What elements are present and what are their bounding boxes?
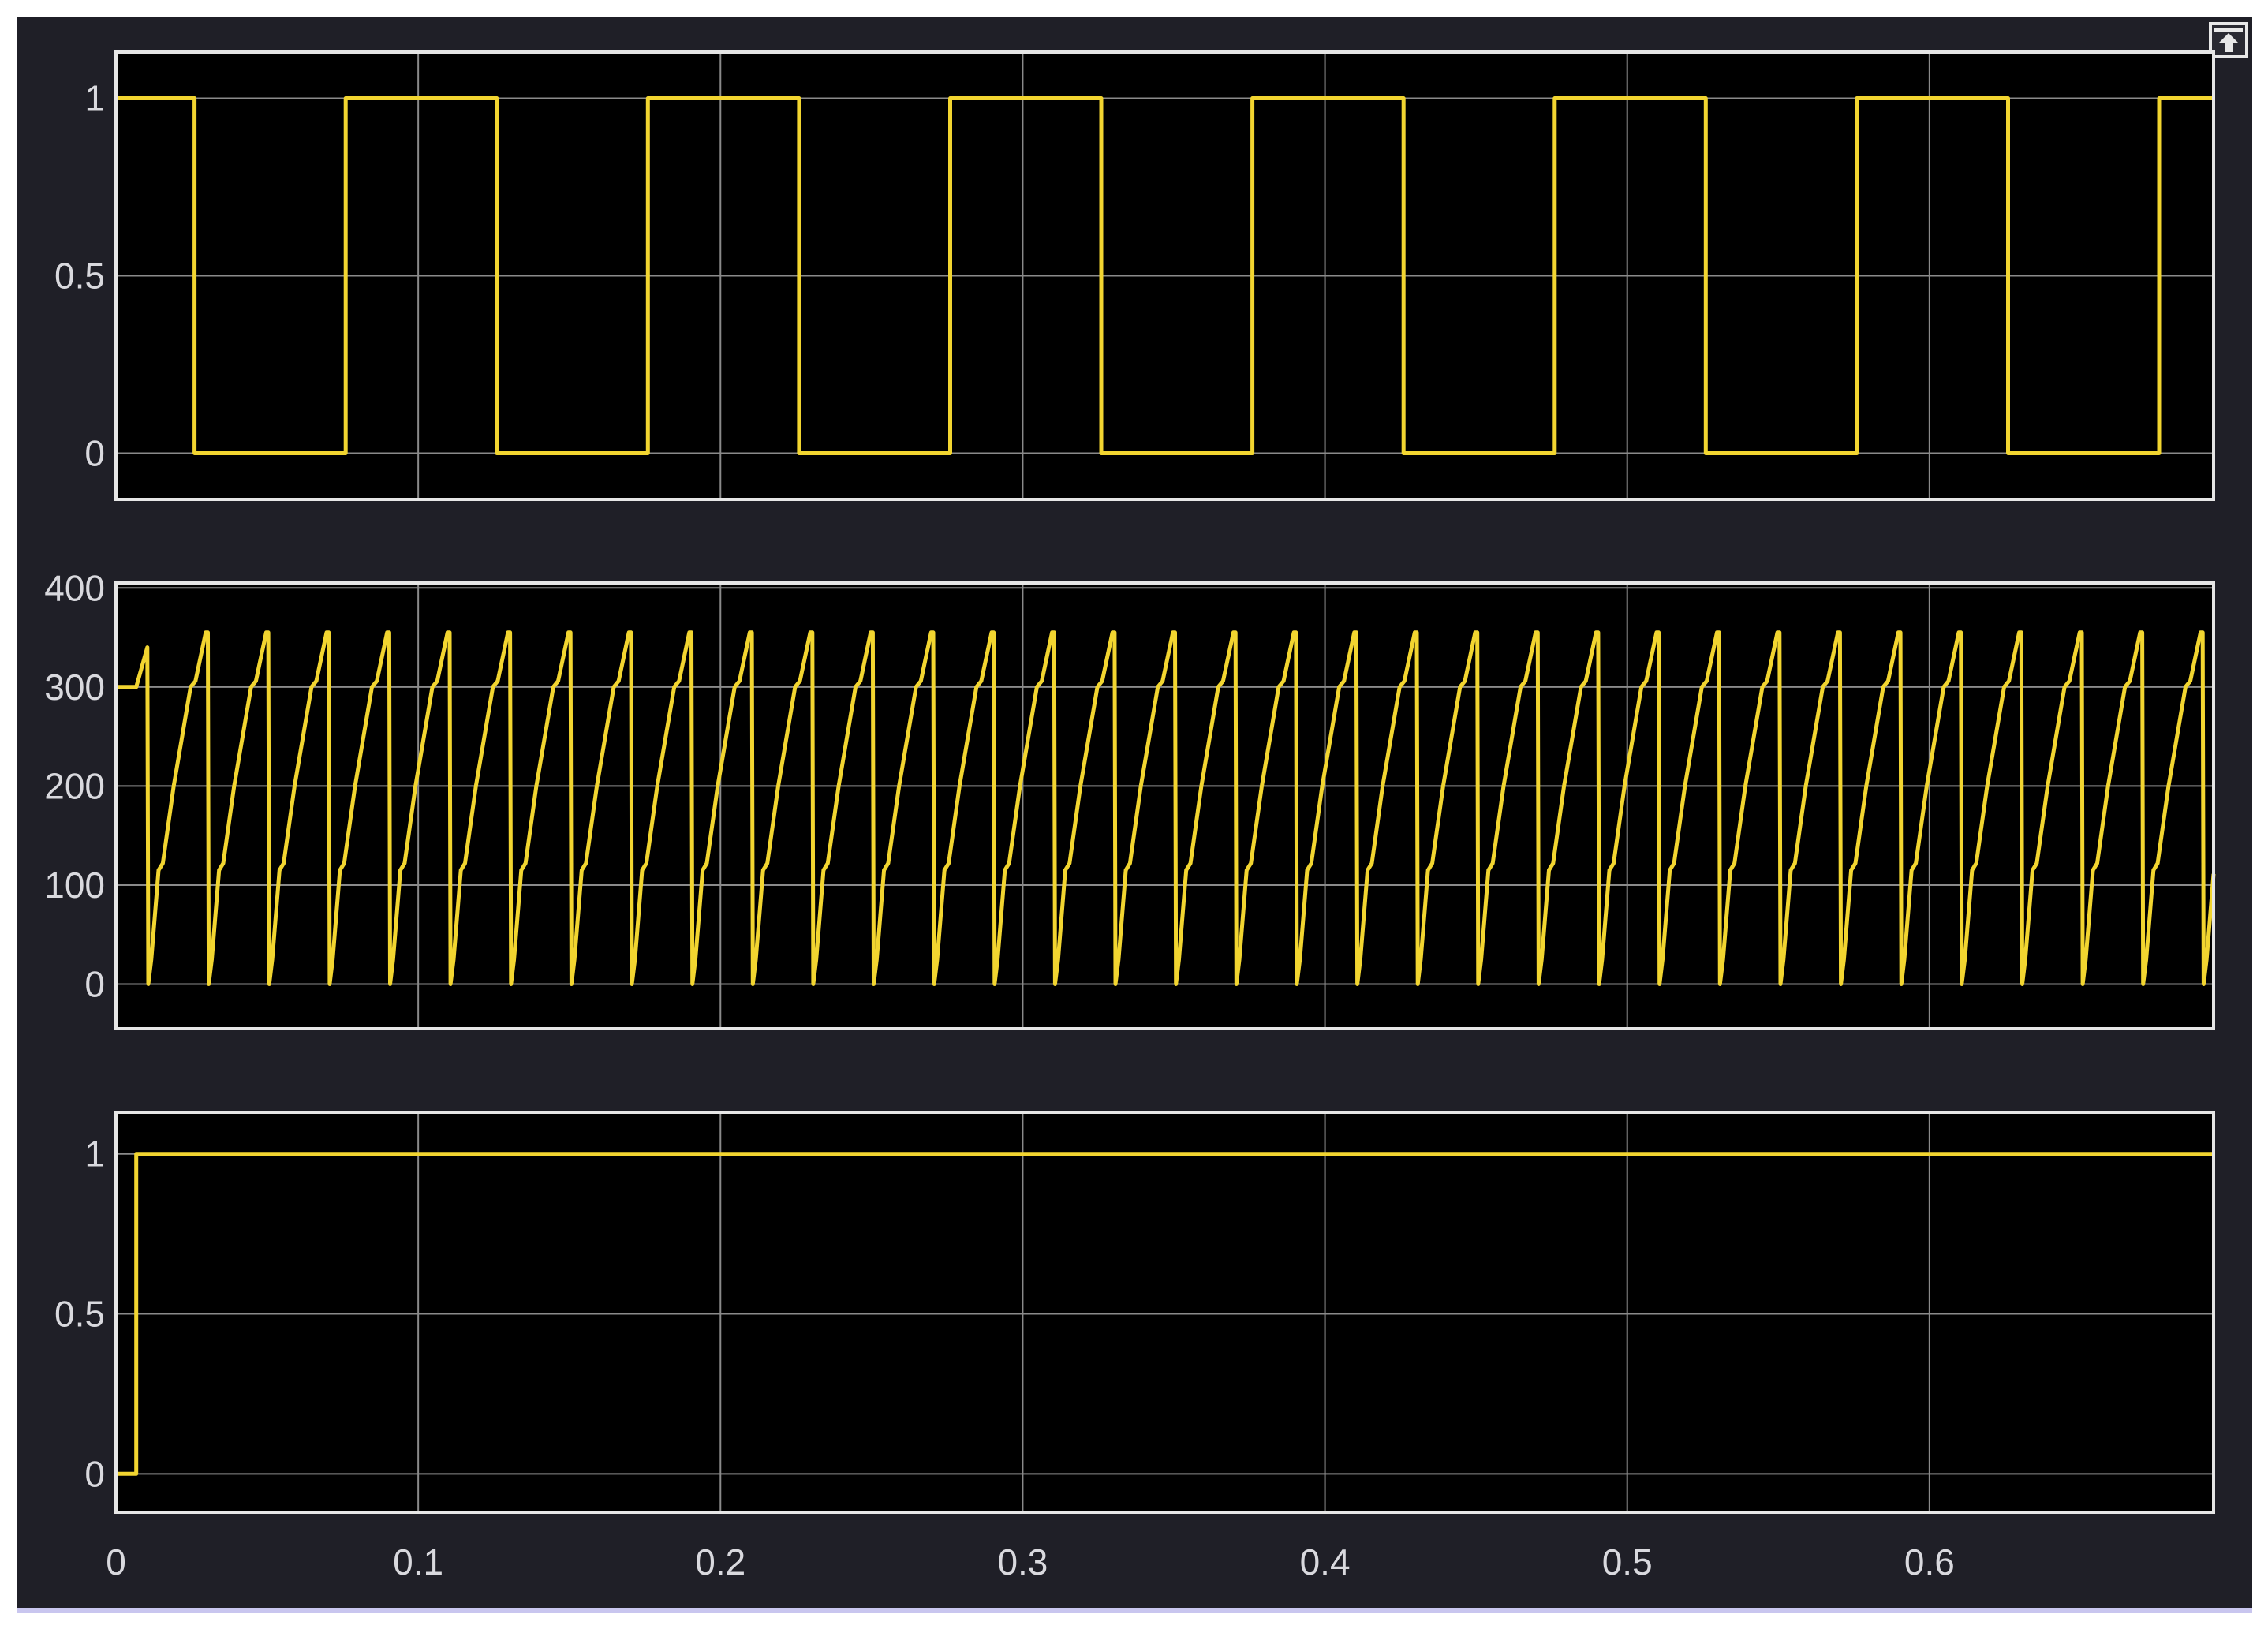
y-tick-label: 0 (84, 964, 105, 1005)
square-wave-axes: 00.51 (54, 50, 2215, 501)
y-tick-label: 300 (44, 667, 105, 708)
y-tick-label: 100 (44, 865, 105, 906)
y-tick-label: 0 (84, 433, 105, 474)
y-tick-label: 0.5 (54, 1294, 105, 1335)
y-tick-label: 0 (84, 1453, 105, 1494)
x-tick-label: 0 (106, 1541, 126, 1582)
x-tick-label: 0.5 (1602, 1541, 1653, 1582)
y-tick-label: 200 (44, 765, 105, 806)
x-tick-label: 0.6 (1904, 1541, 1955, 1582)
x-tick-label: 0.4 (1300, 1541, 1351, 1582)
step-signal-axes: 00.51 (54, 1111, 2215, 1514)
y-tick-label: 1 (84, 78, 105, 119)
y-tick-label: 0.5 (54, 256, 105, 297)
sawtooth-signal-axes: 0 100 200 300 400 (44, 567, 2216, 1030)
y-tick-label: 1 (84, 1134, 105, 1175)
y-tick-label: 400 (44, 567, 105, 608)
x-tick-label: 0.3 (997, 1541, 1048, 1582)
x-tick-label: 0.1 (393, 1541, 443, 1582)
x-tick-label: 0.2 (695, 1541, 745, 1582)
axes-background (116, 1112, 2214, 1512)
scope-plots: 00.51010020030040000.510 0.1 0.2 0.3 0.4 0.5 0… (44, 50, 2216, 1582)
scope-window: 0 0.5 1 0 100 200 300 400 0 0.5 1 0 0.1 0.2 0.3 0.4 0.5 0… (0, 0, 2268, 1629)
